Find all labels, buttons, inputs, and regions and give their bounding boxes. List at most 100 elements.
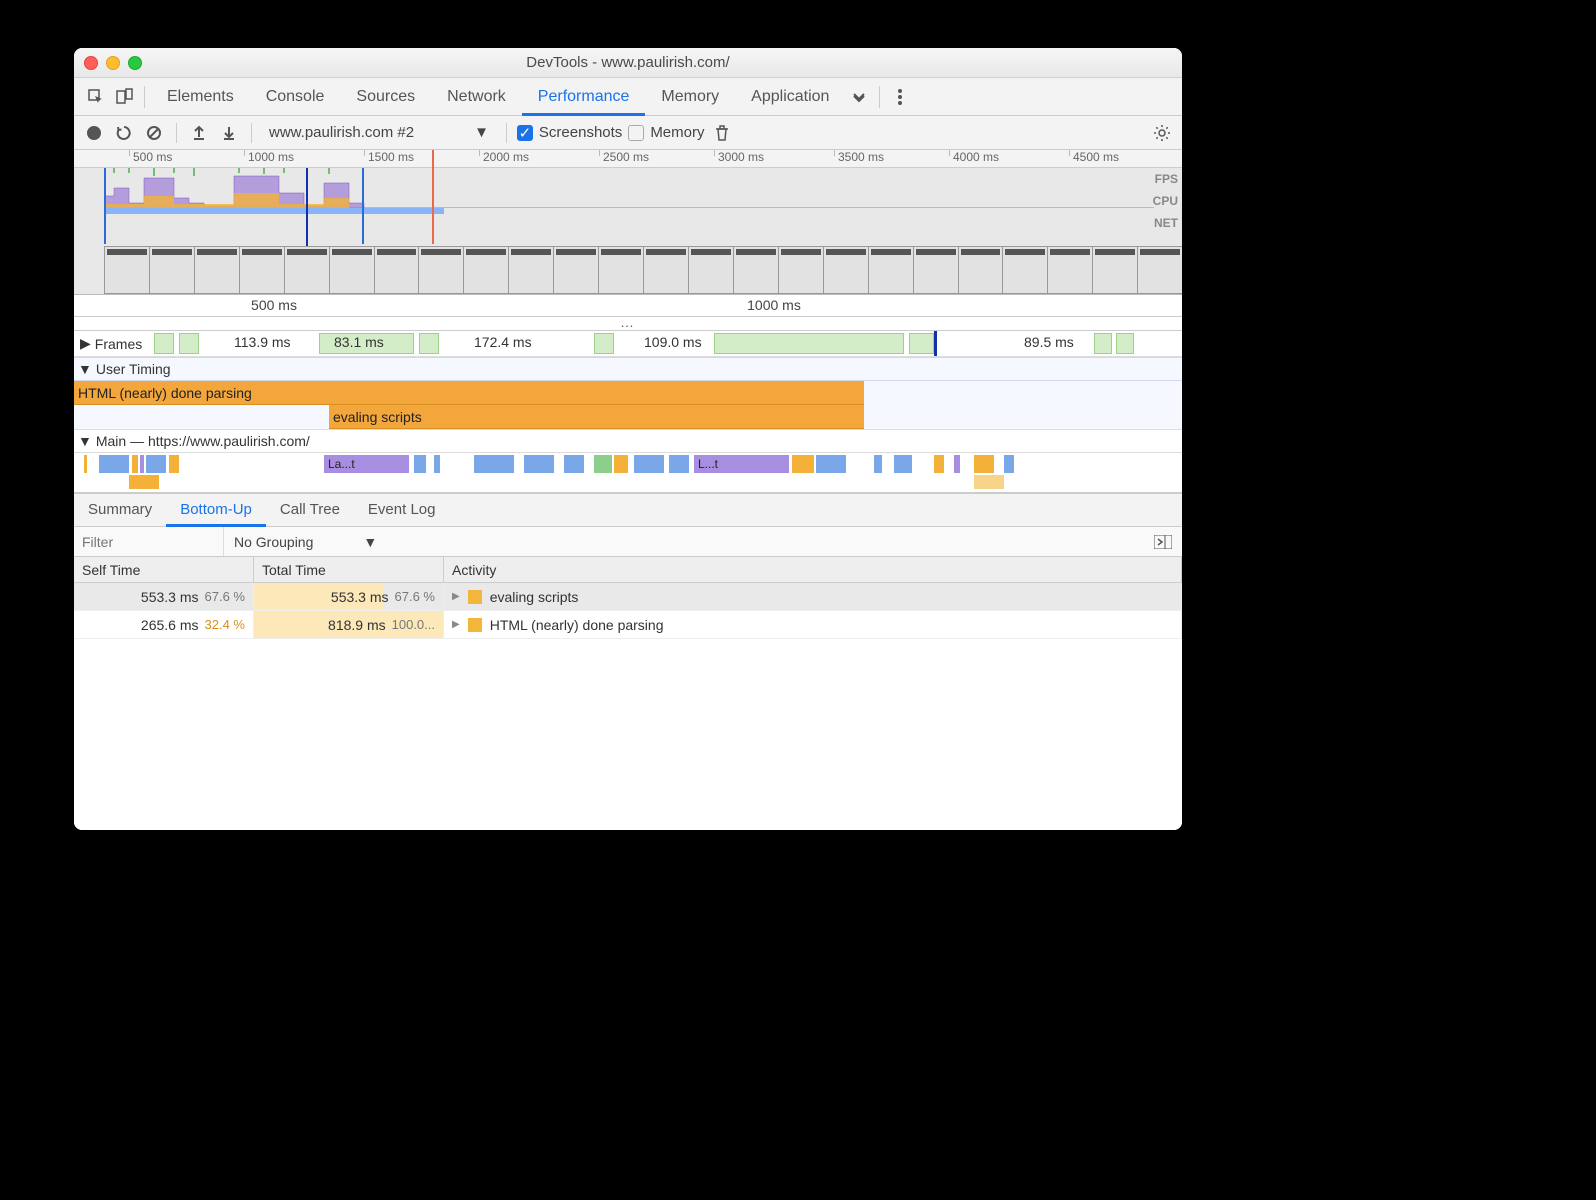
load-profile-button[interactable]	[187, 121, 211, 145]
flame-slice[interactable]	[974, 475, 1004, 489]
screenshot-thumb[interactable]	[463, 246, 509, 294]
flame-slice[interactable]	[524, 455, 554, 473]
col-self-time[interactable]: Self Time	[74, 557, 254, 582]
screenshot-thumb[interactable]	[418, 246, 464, 294]
col-activity[interactable]: Activity	[444, 557, 1182, 582]
screenshot-thumb[interactable]	[1092, 246, 1138, 294]
more-tabs-icon[interactable]	[845, 83, 873, 111]
flame-slice[interactable]	[614, 455, 628, 473]
frames-label[interactable]: ▶ Frames	[74, 335, 154, 352]
table-row[interactable]: 265.6 ms 32.4 % 818.9 ms 100.0... ▶ HTML…	[74, 611, 1182, 639]
flame-slice-layout[interactable]: L...t	[694, 455, 789, 473]
tab-sources[interactable]: Sources	[340, 78, 431, 116]
user-timing-header[interactable]: ▼ User Timing	[74, 357, 1182, 381]
screenshot-thumb[interactable]	[958, 246, 1004, 294]
flame-slice[interactable]	[564, 455, 584, 473]
screenshot-thumb[interactable]	[1137, 246, 1182, 294]
tab-memory[interactable]: Memory	[645, 78, 735, 116]
flame-slice[interactable]	[132, 455, 138, 473]
frame-block[interactable]	[1116, 333, 1134, 354]
flame-slice[interactable]	[954, 455, 960, 473]
tab-console[interactable]: Console	[250, 78, 341, 116]
collapsed-tracks[interactable]: …	[74, 317, 1182, 331]
reload-button[interactable]	[112, 121, 136, 145]
screenshot-thumb[interactable]	[913, 246, 959, 294]
screenshot-thumb[interactable]	[598, 246, 644, 294]
kebab-icon[interactable]	[886, 83, 914, 111]
screenshot-thumb[interactable]	[868, 246, 914, 294]
dtab-bottom-up[interactable]: Bottom-Up	[166, 493, 266, 527]
flame-slice[interactable]	[634, 455, 664, 473]
flame-slice[interactable]	[594, 455, 612, 473]
flame-slice-layout[interactable]: La...t	[324, 455, 409, 473]
bottom-up-table-body[interactable]: 553.3 ms 67.6 % 553.3 ms 67.6 % ▶ evalin…	[74, 583, 1182, 830]
flame-slice[interactable]	[669, 455, 689, 473]
dtab-event-log[interactable]: Event Log	[354, 493, 450, 527]
screenshot-thumb[interactable]	[688, 246, 734, 294]
grouping-select[interactable]: No Grouping ▼	[224, 534, 387, 550]
screenshot-thumb[interactable]	[284, 246, 330, 294]
screenshot-thumb[interactable]	[553, 246, 599, 294]
heaviest-stack-toggle[interactable]	[1144, 535, 1182, 549]
chevron-right-icon[interactable]: ▶	[452, 619, 460, 630]
flame-slice[interactable]	[934, 455, 944, 473]
frame-block[interactable]	[154, 333, 174, 354]
screenshot-thumb[interactable]	[733, 246, 779, 294]
dtab-call-tree[interactable]: Call Tree	[266, 493, 354, 527]
flame-slice[interactable]	[792, 455, 814, 473]
inspect-icon[interactable]	[82, 83, 110, 111]
flame-slice[interactable]	[129, 475, 159, 489]
frame-block[interactable]	[1094, 333, 1112, 354]
screenshot-thumb[interactable]	[778, 246, 824, 294]
frame-block[interactable]	[594, 333, 614, 354]
user-timing-row-1[interactable]: HTML (nearly) done parsing	[74, 381, 1182, 405]
frames-blocks[interactable]: 113.9 ms 83.1 ms 172.4 ms 109.0 ms 89.5 …	[154, 331, 1182, 356]
frame-block[interactable]	[179, 333, 199, 354]
timing-bar-html-parsing[interactable]: HTML (nearly) done parsing	[74, 381, 864, 405]
col-total-time[interactable]: Total Time	[254, 557, 444, 582]
screenshot-thumb[interactable]	[374, 246, 420, 294]
flame-slice[interactable]	[816, 455, 846, 473]
settings-button[interactable]	[1150, 121, 1174, 145]
frame-block[interactable]	[714, 333, 904, 354]
screenshot-thumb[interactable]	[194, 246, 240, 294]
user-timing-row-2[interactable]: evaling scripts	[74, 405, 1182, 429]
tab-performance[interactable]: Performance	[522, 78, 646, 116]
flame-slice[interactable]	[434, 455, 440, 473]
flame-slice[interactable]	[1004, 455, 1014, 473]
overview-selection[interactable]	[104, 168, 364, 244]
filter-input[interactable]	[74, 527, 224, 556]
tab-elements[interactable]: Elements	[151, 78, 250, 116]
flame-slice[interactable]	[894, 455, 912, 473]
flame-slice[interactable]	[874, 455, 882, 473]
screenshot-thumb[interactable]	[329, 246, 375, 294]
dtab-summary[interactable]: Summary	[74, 493, 166, 527]
profile-select[interactable]: www.paulirish.com #2 ▼	[262, 123, 496, 142]
chevron-right-icon[interactable]: ▶	[452, 591, 460, 602]
gc-button[interactable]	[710, 121, 734, 145]
frame-block[interactable]	[419, 333, 439, 354]
screenshot-thumb[interactable]	[149, 246, 195, 294]
screenshot-thumb[interactable]	[508, 246, 554, 294]
flame-slice[interactable]	[974, 455, 994, 473]
flame-slice[interactable]	[414, 455, 426, 473]
screenshot-thumb[interactable]	[239, 246, 285, 294]
flame-slice[interactable]	[474, 455, 514, 473]
screenshot-thumb[interactable]	[104, 246, 150, 294]
screenshot-thumb[interactable]	[1047, 246, 1093, 294]
table-row[interactable]: 553.3 ms 67.6 % 553.3 ms 67.6 % ▶ evalin…	[74, 583, 1182, 611]
screenshot-strip[interactable]	[104, 246, 1182, 294]
main-track-header[interactable]: ▼ Main — https://www.paulirish.com/	[74, 429, 1182, 453]
flame-slice[interactable]	[99, 455, 129, 473]
record-button[interactable]	[82, 121, 106, 145]
tab-application[interactable]: Application	[735, 78, 845, 116]
flame-slice[interactable]	[146, 455, 166, 473]
clear-button[interactable]	[142, 121, 166, 145]
flame-slice[interactable]	[169, 455, 179, 473]
screenshot-thumb[interactable]	[643, 246, 689, 294]
tab-network[interactable]: Network	[431, 78, 522, 116]
screenshot-thumb[interactable]	[823, 246, 869, 294]
device-icon[interactable]	[110, 83, 138, 111]
frames-track[interactable]: ▶ Frames 113.9 ms 83.1 ms 172.4 ms 109.0…	[74, 331, 1182, 357]
memory-checkbox[interactable]	[628, 125, 644, 141]
